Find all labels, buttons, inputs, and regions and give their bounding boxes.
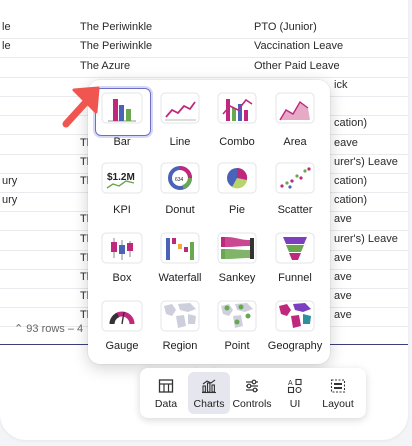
table-row[interactable]: le The Periwinkle Vaccination Leave [0,36,408,58]
tile-label: Donut [165,204,195,216]
chart-tile-donut[interactable]: Donut [152,154,208,216]
cell: ury [2,175,18,187]
layout-icon [330,379,346,393]
tile-label: Point [224,340,250,352]
cell: le [2,21,11,33]
toolbar-layout-button[interactable]: Layout [317,372,359,414]
toolbar-label: UI [289,398,301,410]
cell: cation) [334,117,368,129]
app-frame: le The Periwinkle PTO (Junior) le The Periw… [0,0,412,446]
tile-label: Sankey [218,272,256,284]
chart-tile-box[interactable]: Box [94,222,150,284]
pointer-arrow-icon [62,86,100,128]
cell: PTO (Junior) [254,21,317,33]
cell: urer's) Leave [334,156,398,168]
chart-tile-funnel[interactable]: Funnel [267,222,323,284]
tile-label: Geography [267,340,323,352]
tile-label: Combo [219,136,255,148]
tile-label: Line [169,136,191,148]
chart-tile-gauge[interactable]: Gauge [94,290,150,352]
tile-label: Funnel [278,272,312,284]
cell: cation) [334,175,368,187]
svg-text:A: A [288,380,293,387]
cell: ave [334,309,352,321]
cell: Other Paid Leave [254,60,340,72]
toolbar-controls-button[interactable]: Controls [231,372,273,414]
cell: eave [334,137,358,149]
toolbar-label: Layout [322,398,354,410]
ui-components-icon: A [287,378,302,394]
tile-label: Area [283,136,307,148]
table-icon [158,379,174,393]
cell: The Periwinkle [80,21,153,33]
cell: Vaccination Leave [254,40,344,52]
chart-tile-sankey[interactable]: Sankey [209,222,265,284]
cell: The Azure [80,60,131,72]
toolbar-charts-button[interactable]: Charts [188,372,230,414]
chart-tile-line[interactable]: Line [152,86,208,148]
bottom-toolbar: Data Charts Controls A UI Layout [140,368,366,418]
chart-tile-point[interactable]: Point [209,290,265,352]
cell: ury [2,194,18,206]
chart-tile-scatter[interactable]: Scatter [267,154,323,216]
tile-label: Gauge [105,340,139,352]
toolbar-data-button[interactable]: Data [145,372,187,414]
cell: The Periwinkle [80,40,153,52]
chart-tile-kpi[interactable]: KPI [94,154,150,216]
cell: le [2,40,11,52]
tile-label: Region [162,340,198,352]
toolbar-label: Charts [193,398,225,410]
toolbar-label: Data [154,398,178,410]
cell: ick [334,79,348,91]
tile-label: Scatter [277,204,313,216]
chart-tile-pie[interactable]: Pie [209,154,265,216]
chart-tile-combo[interactable]: Combo [209,86,265,148]
cell: ave [334,252,352,264]
chart-tile-waterfall[interactable]: Waterfall [152,222,208,284]
charts-icon [202,379,216,394]
tile-label: KPI [113,204,131,216]
toolbar-ui-button[interactable]: A UI [274,372,316,414]
row-count: ⌃ 93 rows – 4 [14,323,84,335]
tile-label: Pie [229,204,245,216]
cell: ave [334,213,352,225]
tile-label: Bar [113,136,131,148]
tile-label: Box [112,272,132,284]
chart-tile-region[interactable]: Region [152,290,208,352]
sliders-icon [246,379,258,393]
cell: urer's) Leave [334,233,398,245]
chart-tile-area[interactable]: Area [267,86,323,148]
toolbar-label: Controls [232,398,272,410]
cell: cation) [334,194,368,206]
cell: ave [334,290,352,302]
tile-label: Waterfall [158,272,202,284]
cell: ave [334,271,352,283]
chart-tile-geography[interactable]: Geography [262,290,328,352]
